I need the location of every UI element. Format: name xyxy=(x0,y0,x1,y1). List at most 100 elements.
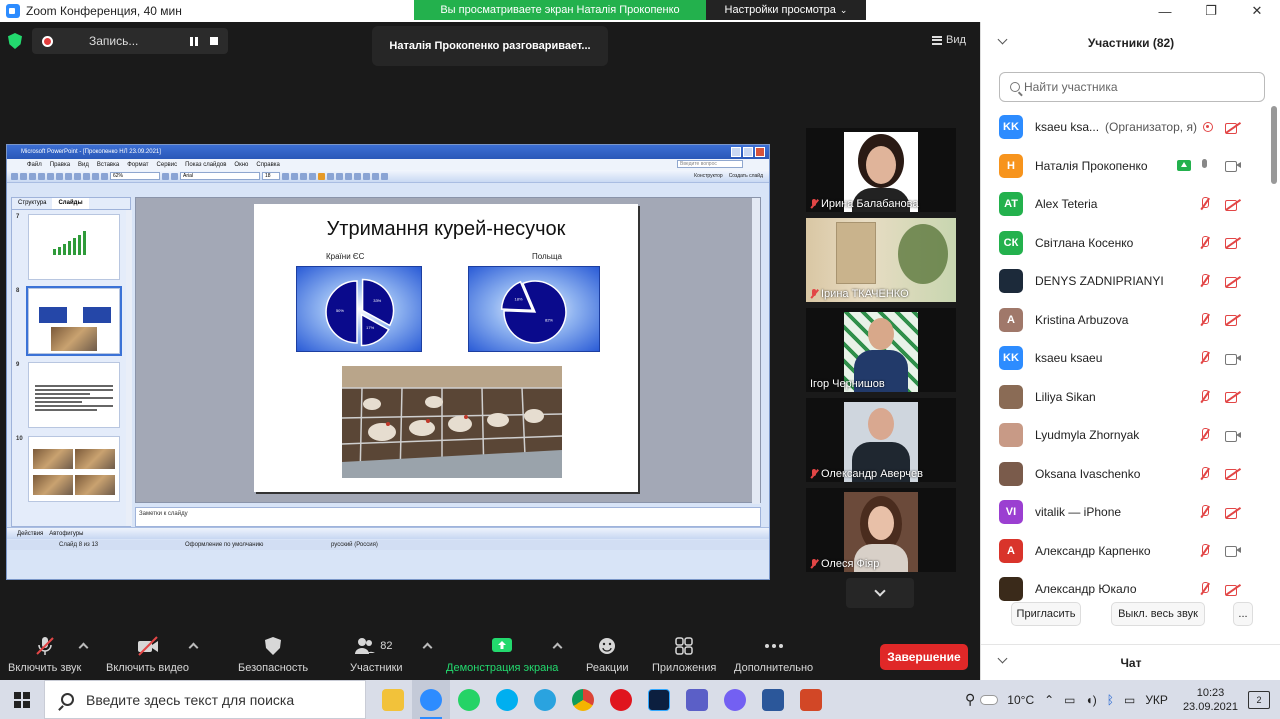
ppt-status-design: Оформление по умолчанию xyxy=(185,542,264,548)
avatar xyxy=(999,384,1023,409)
video-tile[interactable]: Ирина Балабанова xyxy=(806,128,956,212)
mute-all-button[interactable]: Выкл. весь звук xyxy=(1111,602,1205,626)
more-button[interactable]: Дополнительно xyxy=(734,636,813,674)
zoom-app[interactable] xyxy=(412,680,450,719)
participant-row[interactable]: AT Alex Teteria xyxy=(981,185,1271,223)
clock-time: 10:23 xyxy=(1196,686,1225,699)
skype-app[interactable] xyxy=(488,680,526,719)
chat-section[interactable]: Чат xyxy=(981,644,1280,680)
invite-button[interactable]: Пригласить xyxy=(1011,602,1081,626)
ppt-thumb-row: 8 xyxy=(12,284,130,358)
stop-icon[interactable] xyxy=(210,37,218,45)
ppt-design-button: Конструктор xyxy=(694,173,723,179)
notifications-icon[interactable]: 2 xyxy=(1248,690,1270,709)
panel-more-button[interactable]: ... xyxy=(1233,602,1253,626)
encryption-shield-icon[interactable] xyxy=(8,33,22,49)
participant-role: (Организатор, я) xyxy=(1105,120,1197,134)
file-explorer-app[interactable] xyxy=(374,680,412,719)
ppt-help-icon xyxy=(162,172,169,180)
viber-app[interactable] xyxy=(716,680,754,719)
close-button[interactable]: ✕ xyxy=(1234,0,1280,22)
clock[interactable]: 10:23 23.09.2021 xyxy=(1183,686,1238,714)
participant-row[interactable]: A Kristina Arbuzova xyxy=(981,301,1271,339)
maximize-button[interactable]: ❐ xyxy=(1188,0,1234,22)
view-label: Вид xyxy=(946,34,966,46)
taskbar-search-placeholder: Введите здесь текст для поиска xyxy=(86,691,295,708)
participant-list-scrollbar[interactable] xyxy=(1271,106,1277,184)
video-tile[interactable]: Ірина ТКАЧЕНКО xyxy=(806,218,956,302)
word-app[interactable] xyxy=(754,680,792,719)
more-videos-button[interactable] xyxy=(846,578,914,608)
bluetooth-icon[interactable]: ᛒ xyxy=(1107,693,1114,707)
weather-temp[interactable]: 10°C xyxy=(1007,693,1034,707)
powerpoint-app[interactable] xyxy=(792,680,830,719)
view-options-button[interactable]: Настройки просмотра ⌄ xyxy=(706,0,866,20)
video-name-label: Олеся Фіяр xyxy=(821,558,880,570)
security-button[interactable]: Безопасность xyxy=(238,636,308,674)
camera-off-icon xyxy=(1225,276,1241,288)
participants-options-caret[interactable] xyxy=(422,642,433,653)
ppt-underline-icon xyxy=(300,172,307,180)
network-icon[interactable]: ▭ xyxy=(1064,693,1075,707)
ppt-menu-item: Справка xyxy=(256,161,280,168)
chrome-app[interactable] xyxy=(564,680,602,719)
mic-muted-icon xyxy=(1199,312,1211,327)
end-meeting-button[interactable]: Завершение xyxy=(880,644,968,670)
shared-screen[interactable]: Microsoft PowerPoint - [Прокопенко НЛ 23… xyxy=(6,144,770,580)
ppt-menu-item: Правка xyxy=(49,161,71,168)
share-screen-button[interactable]: Демонстрация экрана xyxy=(446,636,558,674)
pie-slice-label: 33% xyxy=(373,298,381,303)
teams-app[interactable] xyxy=(678,680,716,719)
view-button[interactable]: Вид xyxy=(932,34,966,46)
opera-app[interactable] xyxy=(602,680,640,719)
screen-sharing-icon xyxy=(1177,160,1191,171)
ppt-chart-icon xyxy=(101,172,108,180)
participants-button[interactable]: 82 Участники xyxy=(350,636,403,674)
telegram-app[interactable] xyxy=(526,680,564,719)
participant-row[interactable]: Н Наталія Прокопенко xyxy=(981,147,1271,185)
video-tile[interactable]: Олеся Фіяр xyxy=(806,488,956,572)
participant-row[interactable]: KK ksaeu ksa... (Организатор, я) xyxy=(981,108,1271,146)
participant-row[interactable]: KK ksaeu ksaeu xyxy=(981,339,1271,377)
participant-search-input[interactable]: Найти участника xyxy=(999,72,1265,102)
camera-off-icon xyxy=(1225,199,1241,211)
participant-name-label: Kristina Arbuzova xyxy=(1035,312,1129,327)
ppt-toolbar: 62% Arial 18 Конструктор Создать слайд xyxy=(7,170,769,183)
whatsapp-app[interactable] xyxy=(450,680,488,719)
people-icon[interactable]: ⚲ xyxy=(965,691,975,708)
video-tile[interactable]: Ігор Чернишов xyxy=(806,308,956,392)
language-indicator[interactable]: УКР xyxy=(1145,693,1168,707)
apps-button[interactable]: Приложения xyxy=(652,636,716,674)
telegram-icon xyxy=(534,688,556,711)
tray-chevron-icon[interactable]: ⌃ xyxy=(1044,693,1054,707)
video-options-caret[interactable] xyxy=(188,642,199,653)
ppt-menu-item: Файл xyxy=(27,161,42,168)
participant-row[interactable]: DENYS ZADNIPRIANYI xyxy=(981,262,1271,300)
ppt-bold-icon xyxy=(282,172,289,180)
photoshop-app[interactable] xyxy=(640,680,678,719)
reactions-button[interactable]: Реакции xyxy=(586,636,629,674)
reactions-label: Реакции xyxy=(586,662,629,674)
recording-icon xyxy=(1203,122,1213,132)
volume-icon[interactable]: ◖) xyxy=(1086,693,1097,707)
pie-slice-label: 18% xyxy=(515,297,523,302)
participant-row[interactable]: Lyudmyla Zhornyak xyxy=(981,416,1271,454)
start-video-label: Включить видео xyxy=(106,662,190,674)
battery-icon[interactable]: ▭ xyxy=(1124,693,1135,707)
video-tile[interactable]: Олександр Аверчев xyxy=(806,398,956,482)
participant-row[interactable]: А Александр Карпенко xyxy=(981,532,1271,570)
start-button[interactable] xyxy=(0,680,44,719)
ppt-minimize-icon xyxy=(731,147,741,157)
minimize-button[interactable]: — xyxy=(1142,0,1188,22)
start-video-button[interactable]: Включить видео xyxy=(106,636,189,674)
mic-muted-icon xyxy=(1199,274,1211,288)
ppt-thumb-row: 7 xyxy=(12,210,130,284)
participant-name-label: Alex Teteria xyxy=(1035,197,1098,211)
participant-row[interactable]: Liliya Sikan xyxy=(981,378,1271,416)
participant-row[interactable]: Oksana Ivaschenko xyxy=(981,455,1271,493)
taskbar-search-input[interactable]: Введите здесь текст для поиска xyxy=(44,680,366,719)
unmute-button[interactable]: Включить звук xyxy=(8,636,81,674)
participant-row[interactable]: СК Світлана Косенко xyxy=(981,224,1271,262)
participant-row[interactable]: VI vitalik — iPhone xyxy=(981,493,1271,531)
pause-icon[interactable] xyxy=(190,36,198,46)
